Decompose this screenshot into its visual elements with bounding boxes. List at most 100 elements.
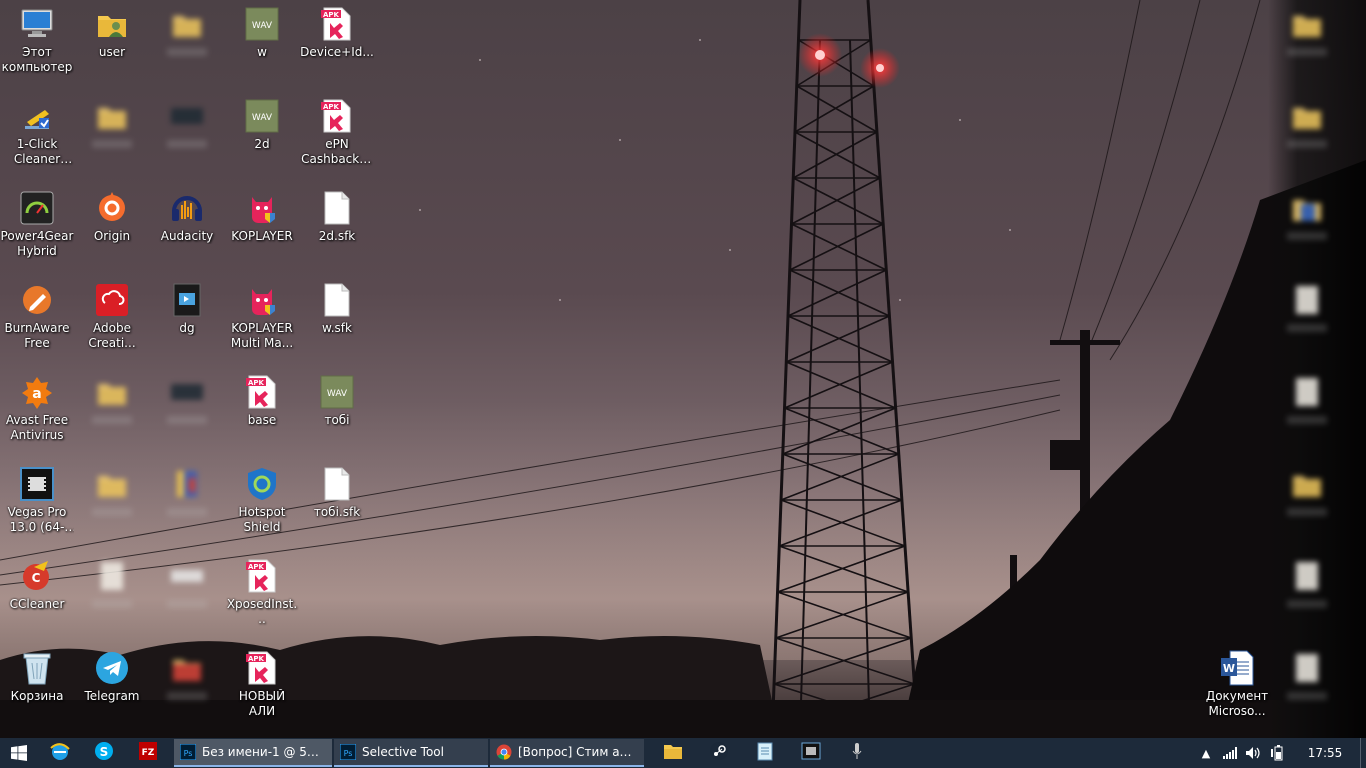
- desktop[interactable]: Этот компьютер 1-Click Cleaner ис... Power…: [0, 0, 1366, 738]
- folder-icon: [169, 6, 205, 42]
- desktop-icon-blurred[interactable]: [150, 0, 224, 90]
- clock[interactable]: 17:55: [1290, 746, 1360, 760]
- desktop-icon-blurred[interactable]: [75, 368, 149, 458]
- folder-icon: [1289, 98, 1325, 134]
- desktop-icon-label: тобі: [324, 413, 350, 427]
- desktop-icon-blurred[interactable]: [1270, 276, 1344, 366]
- desktop-icon-koplayer[interactable]: KOPLAYER: [225, 184, 299, 274]
- desktop-icon-origin[interactable]: Origin: [75, 184, 149, 274]
- desktop-icon-blurred[interactable]: [75, 552, 149, 642]
- battery-icon[interactable]: [1266, 738, 1290, 768]
- desktop-icon-one-click-cleaner[interactable]: 1-Click Cleaner ис...: [0, 92, 74, 182]
- cleaner-icon: [19, 98, 55, 134]
- taskbar: S FZ Ps Без имени-1 @ 50% ... Ps Selective T…: [0, 738, 1366, 768]
- wav-icon: WAV: [244, 6, 280, 42]
- desktop-icon-apk-novyi-ali[interactable]: APK НОВЫЙ АЛИ: [225, 644, 299, 734]
- apk-icon: APK: [244, 374, 280, 410]
- desktop-icon-blurred[interactable]: [150, 460, 224, 550]
- notepad-icon: [756, 741, 774, 765]
- desktop-icon-sfk-2d[interactable]: 2d.sfk: [300, 184, 374, 274]
- dark-icon: [169, 98, 205, 134]
- blurred-label: [167, 600, 207, 608]
- taskbar-pin-notepad[interactable]: [742, 738, 788, 768]
- folder-icon: [1289, 466, 1325, 502]
- taskbar-pin-skype[interactable]: S: [82, 738, 126, 768]
- taskbar-window-chrome-steam[interactable]: [Вопрос] Стим акк | ...: [490, 739, 644, 767]
- blurred-label: [167, 508, 207, 516]
- blurred-label: [1287, 416, 1327, 424]
- desktop-icon-koplayer-multi[interactable]: KOPLAYER Multi Ma...: [225, 276, 299, 366]
- desktop-icon-blurred[interactable]: [150, 644, 224, 734]
- chrome-icon: [496, 744, 512, 760]
- desktop-icon-hotspot-shield[interactable]: Hotspot Shield: [225, 460, 299, 550]
- desktop-icon-sfk-tobi[interactable]: тобі.sfk: [300, 460, 374, 550]
- blurred-label: [167, 140, 207, 148]
- desktop-icon-adobe-cc[interactable]: Adobe Creati...: [75, 276, 149, 366]
- taskbar-pin-mic[interactable]: [834, 738, 880, 768]
- blank-file-icon: [319, 282, 355, 318]
- desktop-icon-sfk-w[interactable]: w.sfk: [300, 276, 374, 366]
- desktop-icon-vegas[interactable]: Vegas Pro 13.0 (64-bit): [0, 460, 74, 550]
- show-desktop-button[interactable]: [1360, 738, 1366, 768]
- desktop-icon-label: ePN Cashback_0...: [301, 137, 373, 166]
- file-icon: [1289, 374, 1325, 410]
- desktop-icon-ccleaner[interactable]: C CCleaner: [0, 552, 74, 642]
- desktop-icon-label: Power4Gear Hybrid: [0, 229, 74, 258]
- desktop-icon-telegram[interactable]: Telegram: [75, 644, 149, 734]
- desktop-icon-label: Этот компьютер: [1, 45, 73, 74]
- desktop-icon-blurred[interactable]: [75, 460, 149, 550]
- desktop-icon-avast[interactable]: a Avast Free Antivirus: [0, 368, 74, 458]
- volume-icon[interactable]: [1242, 738, 1266, 768]
- desktop-icon-burnaware[interactable]: BurnAware Free: [0, 276, 74, 366]
- photoshop-icon: Ps: [340, 744, 356, 760]
- desktop-icon-blurred[interactable]: [150, 92, 224, 182]
- desktop-icon-blurred[interactable]: [150, 368, 224, 458]
- tray-expand-icon[interactable]: ▲: [1194, 738, 1218, 768]
- desktop-icon-this-computer[interactable]: Этот компьютер: [0, 0, 74, 90]
- desktop-icon-label: KOPLAYER Multi Ma...: [230, 321, 294, 350]
- taskbar-pin-ie[interactable]: [38, 738, 82, 768]
- desktop-icon-label: dg: [179, 321, 195, 335]
- ps-letters: Ps: [344, 749, 353, 758]
- taskbar-window-title: Selective Tool: [362, 745, 444, 759]
- desktop-icon-wav-tobi[interactable]: WAV тобі: [300, 368, 374, 458]
- desktop-icon-blurred[interactable]: [1270, 368, 1344, 458]
- steam-icon: [709, 741, 729, 765]
- signal-icon[interactable]: [1218, 738, 1242, 768]
- avast-icon: a: [19, 374, 55, 410]
- desktop-icon-user-folder[interactable]: user: [75, 0, 149, 90]
- koplayer-icon: [244, 190, 280, 226]
- desktop-icon-word-doc[interactable]: W Документ Microso...: [1200, 644, 1274, 734]
- taskbar-window-selective-tool[interactable]: Ps Selective Tool: [334, 739, 488, 767]
- desktop-icon-dg[interactable]: dg: [150, 276, 224, 366]
- desktop-icon-recycle-bin[interactable]: Корзина: [0, 644, 74, 734]
- desktop-icon-blurred[interactable]: [75, 92, 149, 182]
- desktop-icon-blurred[interactable]: [1270, 0, 1344, 90]
- taskbar-pin-explorer[interactable]: [650, 738, 696, 768]
- desktop-icon-blurred[interactable]: [1270, 644, 1344, 734]
- file-icon: [1289, 558, 1325, 594]
- desktop-icon-blurred[interactable]: [1270, 184, 1344, 274]
- desktop-icon-apk-base[interactable]: APK base: [225, 368, 299, 458]
- start-button[interactable]: [0, 738, 38, 768]
- desktop-icon-blurred[interactable]: [150, 552, 224, 642]
- wav-icon: WAV: [244, 98, 280, 134]
- desktop-icon-blurred[interactable]: [1270, 552, 1344, 642]
- desktop-icon-audacity[interactable]: Audacity: [150, 184, 224, 274]
- taskbar-pin-filezilla[interactable]: FZ: [126, 738, 170, 768]
- desktop-icon-apk-device[interactable]: APK Device+Id...: [300, 0, 374, 90]
- word-doc-icon: W: [1219, 650, 1255, 686]
- desktop-icon-apk-epn[interactable]: APK ePN Cashback_0...: [300, 92, 374, 182]
- taskbar-pin-media[interactable]: [788, 738, 834, 768]
- desktop-icon-apk-xposed[interactable]: APK XposedInst...: [225, 552, 299, 642]
- taskbar-pin-steam[interactable]: [696, 738, 742, 768]
- wav-icon: WAV: [319, 374, 355, 410]
- taskbar-window-photoshop-untitled[interactable]: Ps Без имени-1 @ 50% ...: [174, 739, 332, 767]
- desktop-icon-wav-2d[interactable]: WAV 2d: [225, 92, 299, 182]
- burn-icon: [19, 282, 55, 318]
- desktop-icon-wav-w[interactable]: WAV w: [225, 0, 299, 90]
- apk-badge: APK: [248, 655, 265, 663]
- desktop-icon-power4gear[interactable]: Power4Gear Hybrid: [0, 184, 74, 274]
- desktop-icon-blurred[interactable]: [1270, 92, 1344, 182]
- desktop-icon-blurred[interactable]: [1270, 460, 1344, 550]
